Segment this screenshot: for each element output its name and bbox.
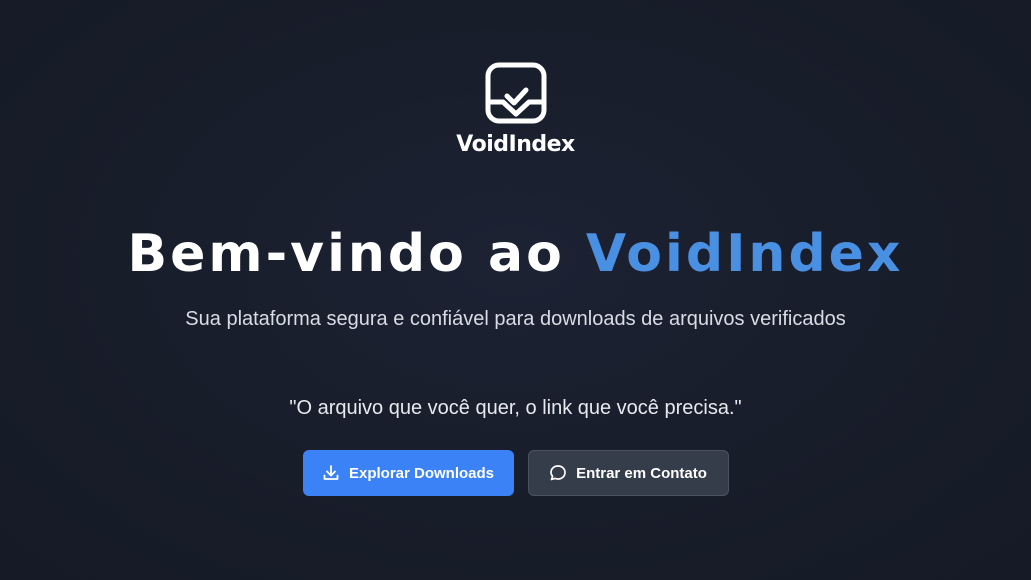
subtitle: Sua plataforma segura e confiável para d… bbox=[185, 308, 846, 330]
headline-prefix: Bem-vindo ao bbox=[127, 224, 586, 284]
contact-label: Entrar em Contato bbox=[576, 464, 707, 482]
page-title: Bem-vindo ao VoidIndex bbox=[0, 222, 1031, 286]
explore-downloads-label: Explorar Downloads bbox=[348, 464, 495, 482]
contact-button[interactable]: Entrar em Contato bbox=[527, 450, 729, 496]
hero-page: VoidIndex Bem-vindo ao VoidIndex Sua pla… bbox=[0, 0, 1031, 580]
message-check-icon bbox=[485, 62, 547, 124]
chat-bubble-icon bbox=[549, 464, 567, 482]
tagline-quote: "O arquivo que você quer, o link que voc… bbox=[289, 397, 742, 419]
hero-actions: Explorar Downloads Entrar em Contato bbox=[0, 450, 1031, 496]
brand-name: VoidIndex bbox=[456, 132, 575, 157]
explore-downloads-button[interactable]: Explorar Downloads bbox=[302, 450, 514, 496]
brand-logo[interactable]: VoidIndex bbox=[0, 62, 1031, 157]
headline-accent: VoidIndex bbox=[585, 224, 904, 284]
download-icon bbox=[322, 464, 340, 482]
